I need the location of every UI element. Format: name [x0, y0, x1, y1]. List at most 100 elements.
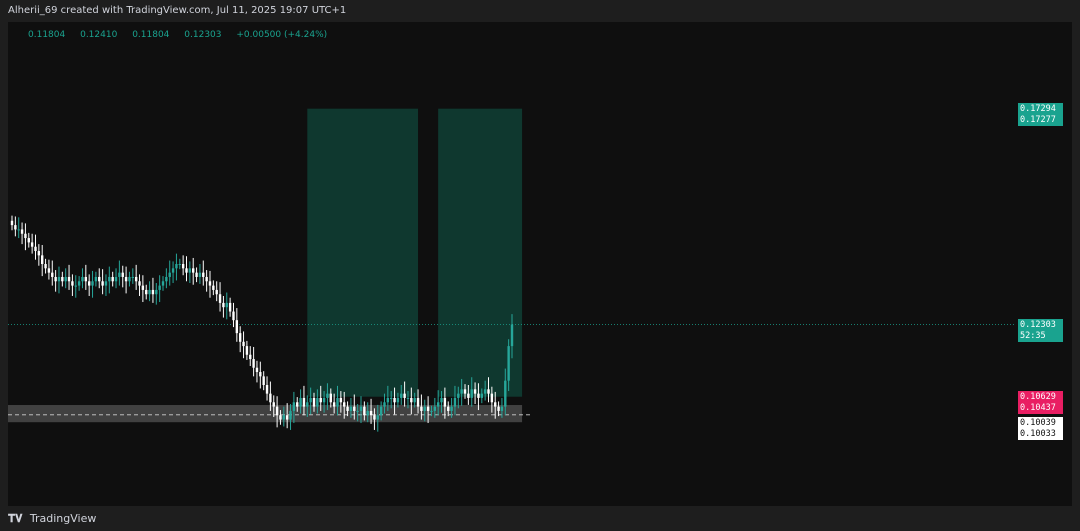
candle-body — [171, 268, 175, 273]
legend-open: 0.11804 — [28, 30, 66, 40]
candle-body — [225, 302, 228, 308]
candle-body — [98, 276, 101, 282]
candle-body — [141, 285, 145, 290]
candle-body — [188, 268, 192, 273]
candle-body — [17, 229, 20, 231]
candle-body — [400, 393, 403, 398]
candle-body — [71, 281, 74, 286]
candle-body — [168, 272, 171, 277]
candle-body — [322, 397, 326, 403]
candle-body — [34, 246, 37, 252]
candle-body — [393, 397, 396, 403]
candle-body — [463, 389, 467, 394]
candle-body — [215, 289, 218, 295]
candle-body — [64, 276, 67, 282]
candle-body — [131, 276, 135, 278]
candle-body — [477, 393, 480, 398]
chart-svg — [8, 108, 1015, 432]
candle-body — [504, 380, 507, 407]
candle-body — [235, 320, 239, 334]
candle-body — [373, 415, 376, 420]
candle-body — [181, 264, 185, 269]
candle-body — [487, 389, 490, 394]
price-tag: 52:35 — [1018, 329, 1063, 342]
candle-body — [51, 272, 54, 277]
candle-body — [145, 289, 148, 295]
candle-body — [329, 393, 332, 403]
candle-body — [403, 393, 406, 398]
candle-body — [121, 272, 124, 277]
candle-body — [436, 402, 440, 407]
candle-body — [27, 238, 30, 243]
candle-body — [416, 397, 420, 407]
candle-body — [20, 229, 24, 234]
candle-body — [366, 410, 369, 416]
candle-body — [309, 397, 312, 403]
candle-body — [490, 393, 494, 403]
candle-body — [289, 410, 292, 420]
candle-body — [343, 402, 346, 407]
candle-body — [128, 276, 131, 282]
candle-body — [108, 276, 111, 282]
candle-body — [44, 264, 47, 269]
legend-high: 0.12410 — [80, 30, 118, 40]
candle-body — [483, 389, 487, 394]
candle-body — [30, 242, 34, 247]
candle-body — [279, 415, 282, 420]
candle-body — [101, 281, 104, 286]
candle-body — [306, 402, 309, 407]
candle-body — [155, 289, 158, 295]
legend-close: 0.12303 — [184, 30, 222, 40]
candle-body — [413, 397, 416, 403]
candle-body — [124, 276, 128, 282]
candle-body — [205, 276, 208, 282]
candle-body — [222, 302, 225, 308]
candle-body — [383, 402, 386, 407]
candle-body — [269, 393, 272, 403]
tradingview-logo: 𝐓𝐕 TradingView — [8, 512, 96, 526]
candle-body — [77, 281, 81, 286]
candle-body — [275, 406, 279, 416]
price-tag: 0.10033 — [1018, 427, 1063, 440]
candle-body — [433, 406, 437, 411]
candle-body — [47, 268, 51, 273]
tradingview-logo-icon: 𝐓𝐕 — [8, 512, 23, 525]
candle-body — [255, 367, 259, 373]
candle-body — [272, 402, 275, 407]
candle-body — [134, 276, 138, 282]
candle-body — [332, 402, 336, 407]
candle-body — [37, 251, 41, 256]
candle-body — [507, 346, 510, 381]
candle-body — [494, 402, 497, 407]
candle-body — [10, 220, 14, 226]
candle-body — [356, 410, 359, 412]
candle-body — [161, 281, 165, 286]
candle-body — [148, 289, 151, 295]
candle-body — [349, 406, 353, 411]
candle-body — [249, 354, 252, 360]
candle-body — [299, 397, 302, 407]
candle-body — [369, 410, 373, 416]
candle-body — [406, 397, 410, 399]
legend-low: 0.11804 — [132, 30, 170, 40]
candle-body — [94, 276, 98, 282]
candle-body — [61, 276, 64, 282]
candle-body — [24, 233, 27, 239]
candle-body — [245, 346, 249, 355]
candle-body — [430, 410, 433, 412]
candle-body — [510, 324, 514, 347]
target-zone-0 — [307, 108, 419, 397]
candle-body — [238, 333, 242, 342]
candle-body — [114, 276, 118, 282]
candle-body — [195, 272, 198, 277]
candle-body — [389, 397, 393, 399]
candle-body — [242, 341, 245, 347]
candle-body — [81, 276, 84, 282]
candle-body — [158, 285, 161, 290]
candle-body — [84, 276, 88, 282]
candle-body — [265, 385, 269, 394]
candle-body — [420, 406, 423, 411]
candle-body — [259, 372, 262, 377]
candle-body — [282, 415, 286, 420]
candle-body — [178, 264, 181, 265]
